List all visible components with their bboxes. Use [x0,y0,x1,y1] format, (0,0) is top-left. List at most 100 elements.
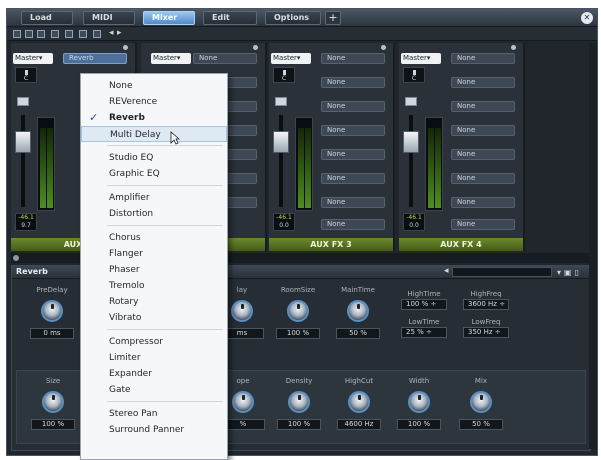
menu-item-graphic-eq[interactable]: Graphic EQ [81,166,227,182]
menu-item-reverb[interactable]: Reverb ✓ [81,110,227,126]
menu-item-gate[interactable]: Gate [81,382,227,398]
fx-slot[interactable]: None [451,101,515,112]
param-value[interactable]: 100 % [397,419,441,430]
menu-item-distortion[interactable]: Distortion [81,206,227,222]
menu-item-surround-panner[interactable]: Surround Panner [81,422,227,438]
fx-slot[interactable]: None [321,219,385,230]
menu-item-stereo-pan[interactable]: Stereo Pan [81,406,227,422]
menu-item-reverence[interactable]: REVerence [81,94,227,110]
menu-item-limiter[interactable]: Limiter [81,350,227,366]
strip-mini-knob[interactable] [253,45,258,50]
vertical-scrollbar[interactable] [589,43,597,449]
menu-item-none[interactable]: None [81,78,227,94]
menu-item-vibrato[interactable]: Vibrato [81,310,227,326]
spin-box[interactable]: 3600 Hz ÷ [463,299,509,310]
mute-button[interactable] [17,97,29,106]
pan-control[interactable]: C [273,67,295,83]
close-icon[interactable]: ✕ [581,12,593,24]
strip-mini-knob[interactable] [511,45,516,50]
fader-handle[interactable] [273,131,289,153]
fader-track[interactable] [409,115,413,207]
menu-item-expander[interactable]: Expander [81,366,227,382]
music-note-icon[interactable] [25,30,33,38]
bars-icon[interactable] [51,30,59,38]
output-select[interactable]: Master▾ [13,53,53,64]
param-value[interactable]: 50 % [336,328,380,339]
fader-icon[interactable] [65,30,73,38]
menu-item-phaser[interactable]: Phaser [81,262,227,278]
preset-menu-icons[interactable]: ▾▣▯ [557,268,582,277]
knob[interactable] [348,391,370,413]
fader-handle[interactable] [403,131,419,153]
scroll-thumb[interactable] [13,255,19,261]
menu-item-rotary[interactable]: Rotary [81,294,227,310]
param-value[interactable]: 100 % [31,419,75,430]
fx-slot[interactable]: None [451,173,515,184]
tab-midi[interactable]: MIDI [83,11,135,25]
param-value[interactable]: 100 % [277,419,321,430]
fx-slot[interactable]: None [321,173,385,184]
tab-load[interactable]: Load [21,11,73,25]
fx-slot[interactable]: None [451,219,515,230]
menu-item-multi-delay[interactable]: Multi Delay [81,126,227,145]
knob[interactable] [408,391,430,413]
mute-button[interactable] [275,97,287,106]
list-icon[interactable] [13,30,21,38]
strip-mini-knob[interactable] [381,45,386,50]
fader-track[interactable] [279,115,283,207]
output-select[interactable]: Master▾ [401,53,441,64]
preset-back-icon[interactable]: ◂ [444,266,449,276]
prev-arrow-icon[interactable]: ◂ [109,28,114,38]
tab-edit[interactable]: Edit [203,11,257,25]
strip-mini-knob[interactable] [123,45,128,50]
knob[interactable] [287,300,309,322]
grid-icon[interactable] [79,30,87,38]
param-value[interactable]: 50 % [459,419,503,430]
mixer-view-icon[interactable] [37,30,45,38]
fx-slot[interactable]: None [321,77,385,88]
spin-box[interactable]: 25 % ÷ [401,327,447,338]
menu-item-studio-eq[interactable]: Studio EQ [81,150,227,166]
param-value[interactable]: 100 % [276,328,320,339]
add-tab-button[interactable]: + [325,11,341,25]
fader-handle[interactable] [15,131,31,153]
spin-box[interactable]: 350 Hz ÷ [463,327,509,338]
fx-slot[interactable]: None [451,53,515,64]
fx-slot[interactable]: None [321,125,385,136]
param-value[interactable]: 0 ms [30,328,74,339]
fx-slot[interactable]: None [321,53,385,64]
knob[interactable] [41,300,63,322]
output-select[interactable]: Master▾ [151,53,191,64]
fx-slot[interactable]: None [321,149,385,160]
knob[interactable] [347,300,369,322]
menu-item-tremolo[interactable]: Tremolo [81,278,227,294]
fx-slot[interactable]: None [451,149,515,160]
fx-slot[interactable]: None [321,197,385,208]
menu-item-amplifier[interactable]: Amplifier [81,190,227,206]
menu-item-flanger[interactable]: Flanger [81,246,227,262]
menu-item-compressor[interactable]: Compressor [81,334,227,350]
output-select[interactable]: Master▾ [271,53,311,64]
preset-field[interactable] [452,267,552,277]
pan-control[interactable]: C [403,67,425,83]
spin-box[interactable]: 100 % ÷ [401,299,447,310]
channel-icon[interactable] [93,30,101,38]
knob[interactable] [232,391,254,413]
fx-slot[interactable]: None [451,197,515,208]
param-value[interactable]: 4600 Hz [337,419,381,430]
fx-slot[interactable]: None [451,125,515,136]
pan-control[interactable]: C [15,67,37,83]
knob[interactable] [42,391,64,413]
mute-button[interactable] [405,97,417,106]
fx-slot[interactable]: None [193,53,257,64]
menu-item-chorus[interactable]: Chorus [81,230,227,246]
next-arrow-icon[interactable]: ▸ [117,28,122,38]
tab-options[interactable]: Options [265,11,321,25]
knob[interactable] [470,391,492,413]
knob[interactable] [231,300,253,322]
fx-slot[interactable]: None [321,101,385,112]
knob[interactable] [288,391,310,413]
fx-slot[interactable]: Reverb [63,53,127,64]
tab-mixer[interactable]: Mixer [143,11,195,25]
fader-track[interactable] [21,115,25,207]
